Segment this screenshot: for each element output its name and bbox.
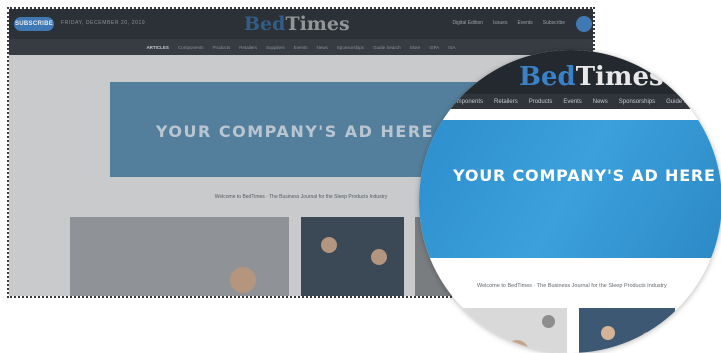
lens-main-menu: Components Retailers Products Events New… [419,94,721,109]
lens-article-card-image[interactable] [683,308,721,353]
menu-item[interactable]: Events [294,45,308,50]
top-link-digital-edition[interactable]: Digital Edition [452,20,483,26]
menu-item[interactable]: ISA [448,45,455,50]
date-text: FRIDAY, DECEMBER 20, 2019 [61,20,146,26]
top-nav: Digital Edition Issues Events Subscribe [452,20,565,26]
menu-item[interactable]: News [317,45,328,50]
lens-top-bar: BedTimes [419,50,721,94]
menu-item[interactable]: Sponsorships [337,45,364,50]
menu-item[interactable]: Suppliers [266,45,285,50]
lens-ad-banner[interactable] [419,120,721,258]
lens-ad-text: YOUR COMPANY'S AD HERE [453,166,716,185]
person-image [230,267,256,293]
logo-bed: Bed [244,13,286,35]
lens-article-card-image[interactable] [579,308,675,353]
lens-welcome-text: Welcome to BedTimes · The Business Journ… [477,283,667,289]
person-image [601,326,615,340]
person-image [371,249,387,265]
menu-item[interactable]: Store [410,45,421,50]
magnifier-lens: BedTimes Components Retailers Products E… [419,50,721,353]
lens-menu-item[interactable]: Guide Search [666,99,703,105]
top-bar: SUBSCRIBE FRIDAY, DECEMBER 20, 2019 BedT… [9,9,593,39]
top-link-events[interactable]: Events [517,20,532,26]
menu-item[interactable]: Guide Search [373,45,401,50]
logo-times: Times [285,13,350,35]
site-logo[interactable]: BedTimes [244,13,350,35]
article-card-image[interactable] [70,217,289,296]
top-link-issues[interactable]: Issues [493,20,507,26]
lens-menu-item[interactable]: Retailers [494,99,518,105]
lens-menu-item[interactable]: News [593,99,608,105]
lens-menu-item[interactable]: Products [529,99,553,105]
subscribe-button[interactable]: SUBSCRIBE [14,17,54,31]
lens-menu-item[interactable]: Events [563,99,581,105]
search-icon[interactable] [576,16,592,32]
category-tag [644,348,674,353]
lens-logo-times: Times [575,62,664,92]
lens-logo-bed: Bed [519,62,576,92]
menu-item[interactable]: Components [178,45,204,50]
person-image [321,237,337,253]
menu-item[interactable]: ISPA [429,45,439,50]
menu-item[interactable]: Retailers [239,45,257,50]
person-image [641,332,655,346]
gear-icon[interactable] [542,315,555,328]
lens-menu-item[interactable]: Components [449,99,483,105]
article-card-image[interactable] [301,217,404,296]
top-link-subscribe[interactable]: Subscribe [543,20,565,26]
lens-site-logo[interactable]: BedTimes [519,62,664,92]
menu-item[interactable]: Products [212,45,230,50]
lens-menu-item[interactable]: Sponsorships [619,99,655,105]
menu-item[interactable]: ARTICLES [146,45,169,50]
